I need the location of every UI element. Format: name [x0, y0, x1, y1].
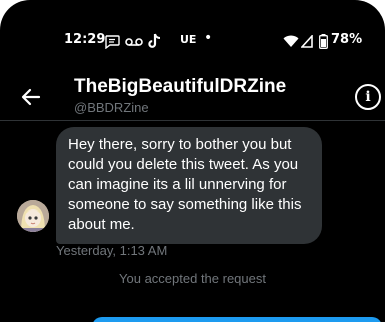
message-timestamp: Yesterday, 1:13 AM	[56, 243, 168, 258]
status-time: 12:29	[64, 32, 106, 47]
back-button[interactable]	[16, 82, 46, 112]
carrier-label: UE	[180, 33, 197, 46]
battery-icon	[319, 34, 328, 49]
tiktok-icon	[148, 33, 161, 48]
header-divider	[0, 120, 385, 121]
phone-screen: 12:29 UE • 78% TheBigBeautifulDRZine @BB…	[0, 0, 385, 322]
conversation-header: TheBigBeautifulDRZine @BBDRZine i	[0, 60, 385, 120]
request-accepted-notice: You accepted the request	[119, 271, 266, 286]
back-arrow-icon	[21, 88, 41, 106]
message-icon	[105, 35, 120, 49]
voicemail-icon	[125, 38, 143, 46]
avatar[interactable]	[17, 200, 49, 232]
status-bar: 12:29 UE • 78%	[0, 30, 385, 54]
message-bubble[interactable]: Hey there, sorry to bother you but could…	[56, 127, 322, 244]
info-button[interactable]: i	[355, 84, 381, 110]
avatar-image	[17, 200, 49, 232]
info-icon: i	[365, 89, 371, 105]
notification-dot: •	[204, 30, 213, 46]
message-composer[interactable]	[92, 317, 382, 322]
signal-icon	[301, 35, 313, 48]
wifi-icon	[283, 35, 299, 47]
contact-handle[interactable]: @BBDRZine	[74, 100, 149, 115]
contact-name[interactable]: TheBigBeautifulDRZine	[74, 76, 286, 98]
battery-percent: 78%	[331, 32, 363, 47]
